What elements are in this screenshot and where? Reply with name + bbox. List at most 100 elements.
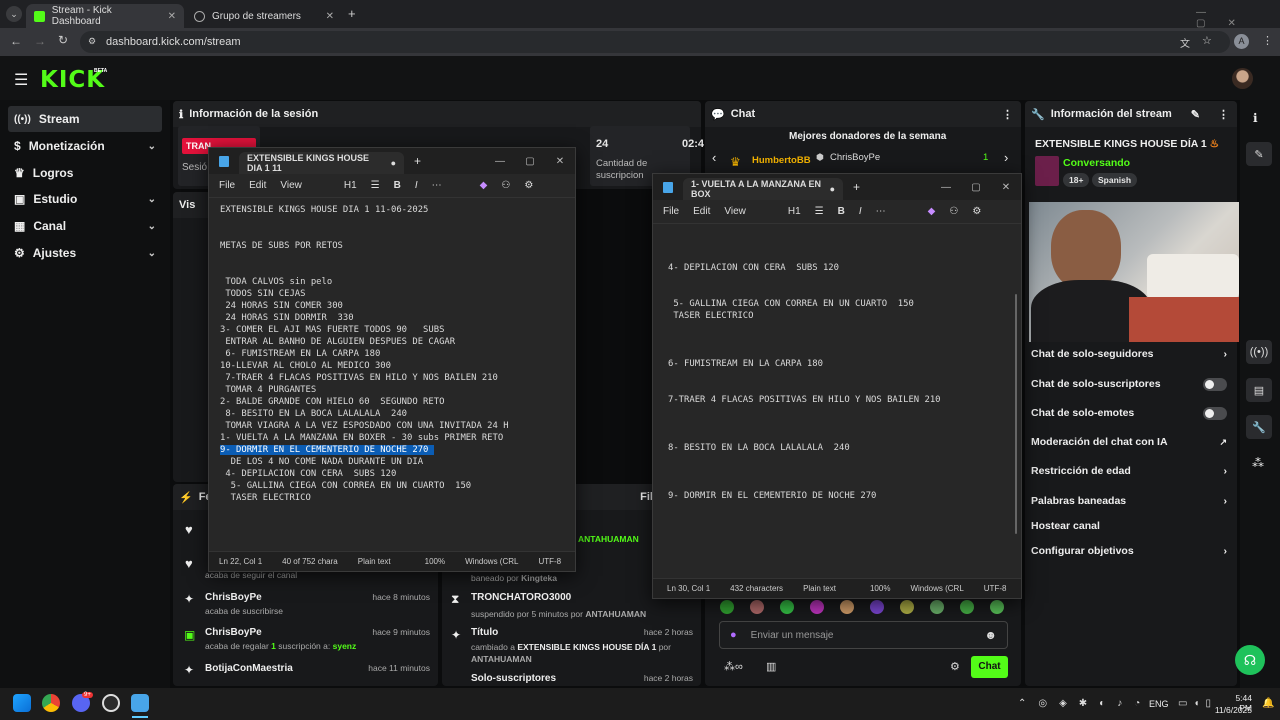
setting-emotes-only[interactable]: Chat de solo-emotes xyxy=(1031,402,1227,424)
category-thumbnail[interactable] xyxy=(1035,156,1059,186)
emote-icon[interactable] xyxy=(960,600,974,614)
site-info-icon[interactable]: ⚙ xyxy=(88,36,96,47)
user-avatar[interactable] xyxy=(1232,68,1253,89)
minimize-icon[interactable]: — xyxy=(485,156,515,167)
setting-followers-only[interactable]: Chat de solo-seguidores › xyxy=(1031,343,1227,365)
emote-icon[interactable] xyxy=(720,600,734,614)
chrome-icon[interactable] xyxy=(42,694,60,712)
notepad-taskbar-icon[interactable] xyxy=(131,694,149,712)
heading-dropdown[interactable]: H1 xyxy=(344,180,357,191)
broadcast-icon[interactable]: ((•)) xyxy=(1246,340,1272,364)
setting-ai-moderation[interactable]: Moderación del chat con IA ↗ xyxy=(1031,431,1227,453)
sidebar-item-canal[interactable]: ▦ Canal ⌄ xyxy=(8,213,162,239)
setting-subs-only[interactable]: Chat de solo-suscriptores xyxy=(1031,373,1227,395)
category-link[interactable]: Conversando xyxy=(1063,157,1130,169)
setting-banned-words[interactable]: Palabras baneadas › xyxy=(1031,490,1227,512)
gift-recipient[interactable]: syenz xyxy=(333,641,357,651)
new-tab-icon[interactable]: + xyxy=(414,154,421,168)
forward-icon[interactable]: → xyxy=(34,34,46,48)
chat-input[interactable]: ● Enviar un mensaje ☻ xyxy=(719,621,1008,649)
emotes-only-toggle[interactable] xyxy=(1203,406,1227,420)
browser-tab-kick-dashboard[interactable]: Stream - Kick Dashboard ✕ xyxy=(26,4,184,28)
feed-item-name[interactable]: ChrisBoyPe xyxy=(205,627,262,638)
notifications-icon[interactable]: 🔔 xyxy=(1262,698,1274,709)
donor-name[interactable]: HumbertoBB xyxy=(752,155,811,166)
apps-icon[interactable]: ⁂ xyxy=(1252,456,1264,470)
emote-icon[interactable] xyxy=(750,600,764,614)
windows-start-icon[interactable] xyxy=(13,694,31,712)
emote-icon[interactable] xyxy=(780,600,794,614)
bold-icon[interactable]: B xyxy=(394,180,401,191)
more-icon[interactable]: ⋯ xyxy=(876,206,886,217)
list-icon[interactable]: ☰ xyxy=(815,206,824,217)
emote-icon[interactable] xyxy=(900,600,914,614)
store-icon[interactable]: ▥ xyxy=(766,660,776,673)
moderator-link[interactable]: ANTAHUAMAN xyxy=(578,534,639,544)
maximize-icon[interactable]: ▢ xyxy=(515,156,545,167)
info-icon[interactable]: ℹ xyxy=(1253,111,1258,125)
more-icon[interactable]: ⋮ xyxy=(1218,108,1229,121)
chevron-left-icon[interactable]: ‹ xyxy=(712,150,716,165)
wrench-icon[interactable]: 🔧 xyxy=(1246,415,1272,439)
obs-icon[interactable] xyxy=(102,694,120,712)
emoji-icon[interactable]: ☻ xyxy=(984,628,997,642)
support-chat-button[interactable]: ☊ xyxy=(1235,645,1265,675)
emote-icon[interactable] xyxy=(930,600,944,614)
settings-icon[interactable]: ⚙ xyxy=(524,180,533,191)
close-icon[interactable]: ✕ xyxy=(326,11,334,22)
translate-icon[interactable]: 文 xyxy=(1180,35,1190,50)
menu-edit[interactable]: Edit xyxy=(693,206,710,217)
emote-icon[interactable] xyxy=(840,600,854,614)
settings-icon[interactable]: ⚙ xyxy=(972,206,981,217)
menu-view[interactable]: View xyxy=(724,206,746,217)
sidebar-item-ajustes[interactable]: ⚙ Ajustes ⌄ xyxy=(8,240,162,266)
bookmark-star-icon[interactable]: ☆ xyxy=(1202,34,1212,47)
new-tab-icon[interactable]: + xyxy=(853,180,860,194)
back-icon[interactable]: ← xyxy=(10,34,22,48)
send-chat-button[interactable]: Chat xyxy=(971,656,1008,678)
notepad-editor[interactable]: 4- DEPILACION CON CERA SUBS 120 5- GALLI… xyxy=(653,224,1021,574)
tab-search-icon[interactable]: ⌄ xyxy=(6,6,22,22)
browser-menu-icon[interactable]: ⋮ xyxy=(1262,34,1273,47)
maximize-icon[interactable]: ▢ xyxy=(961,182,991,193)
account-icon[interactable]: ⚇ xyxy=(501,180,510,191)
setting-host-channel[interactable]: Hostear canal xyxy=(1031,515,1227,537)
clock-date[interactable]: 11/6/2025 xyxy=(1210,705,1252,715)
notepad-editor[interactable]: EXTENSIBLE KINGS HOUSE DIA 1 11-06-2025 … xyxy=(209,198,575,550)
url-field[interactable]: dashboard.kick.com/stream xyxy=(80,31,1230,53)
notepad-tab[interactable]: EXTENSIBLE KINGS HOUSE DIA 1 11 ● xyxy=(239,152,404,174)
italic-icon[interactable]: I xyxy=(859,206,862,217)
sidebar-item-monetizacion[interactable]: $ Monetización ⌄ xyxy=(8,133,162,159)
sidebar-item-logros[interactable]: ♛ Logros xyxy=(8,160,162,186)
more-icon[interactable]: ⋮ xyxy=(1002,108,1013,121)
donor-name[interactable]: ChrisBoyPe xyxy=(830,152,880,163)
close-icon[interactable]: ✕ xyxy=(545,156,575,167)
copilot-icon[interactable]: ◆ xyxy=(928,206,936,217)
profile-avatar[interactable]: A xyxy=(1234,34,1249,49)
setting-goals[interactable]: Configurar objetivos › xyxy=(1031,540,1227,562)
copilot-icon[interactable]: ◆ xyxy=(480,180,488,191)
link-icon[interactable]: ⁂∞ xyxy=(724,660,743,673)
italic-icon[interactable]: I xyxy=(415,180,418,191)
heading-dropdown[interactable]: H1 xyxy=(788,206,801,217)
sidebar-item-stream[interactable]: ((•)) Stream xyxy=(8,106,162,132)
menu-file[interactable]: File xyxy=(219,180,235,191)
menu-edit[interactable]: Edit xyxy=(249,180,266,191)
chat-settings-icon[interactable]: ⚙ xyxy=(950,660,960,673)
layout-icon[interactable]: ▤ xyxy=(1246,378,1272,402)
bold-icon[interactable]: B xyxy=(838,206,845,217)
emote-icon[interactable] xyxy=(870,600,884,614)
notepad-tab[interactable]: 1- VUELTA A LA MANZANA EN BOX ● xyxy=(683,178,843,200)
scrollbar[interactable] xyxy=(1015,294,1017,534)
close-icon[interactable]: ✕ xyxy=(168,11,176,22)
minimize-icon[interactable]: — xyxy=(931,182,961,193)
emote-icon[interactable] xyxy=(810,600,824,614)
moderator-link[interactable]: ANTAHUAMAN xyxy=(585,609,646,619)
emote-icon[interactable] xyxy=(990,600,1004,614)
more-icon[interactable]: ⋯ xyxy=(432,180,442,191)
moderator-link[interactable]: Kingteka xyxy=(521,573,557,583)
feed-item-name[interactable]: BotijaConMaestria xyxy=(205,663,293,674)
language-indicator[interactable]: ENG xyxy=(1149,699,1169,709)
new-tab-icon[interactable]: + xyxy=(348,6,356,21)
hamburger-menu-icon[interactable]: ☰ xyxy=(14,70,28,90)
